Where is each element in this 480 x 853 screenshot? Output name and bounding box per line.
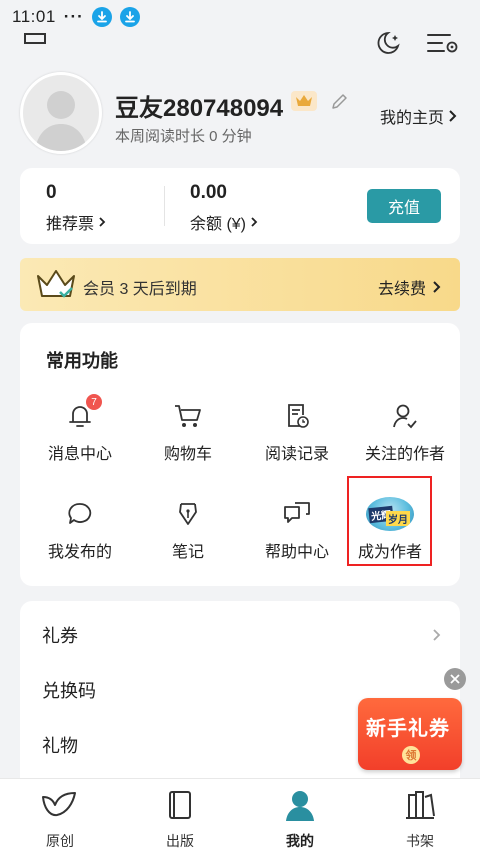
tickets-value: 0 — [46, 182, 57, 203]
comment-icon — [64, 498, 96, 530]
list-item-coupons[interactable]: 礼券 — [20, 607, 460, 662]
feature-become-author[interactable]: 光辉 岁月 成为作者 — [335, 497, 445, 568]
recharge-button[interactable]: 充值 — [367, 189, 441, 223]
edit-icon[interactable] — [329, 92, 349, 117]
feature-label: 阅读记录 — [264, 446, 329, 463]
feature-message-center[interactable]: 7 消息中心 — [25, 394, 135, 470]
section-title: 常用功能 — [46, 351, 118, 371]
feature-notes[interactable]: 笔记 — [133, 498, 243, 568]
wallet-card: 0 推荐票 0.00 余额 (¥) 充值 — [20, 168, 460, 244]
my-homepage-label: 我的主页 — [379, 110, 444, 127]
download-icon — [91, 7, 112, 27]
tab-publish[interactable]: 出版 — [120, 787, 240, 851]
history-icon — [281, 400, 313, 432]
tab-original[interactable]: 原创 — [0, 787, 120, 851]
feature-cart[interactable]: 购物车 — [133, 400, 243, 470]
tab-mine[interactable]: 我的 — [240, 787, 360, 851]
feature-label: 我发布的 — [47, 544, 112, 561]
download-icon — [119, 7, 140, 27]
scan-icon[interactable] — [22, 30, 48, 53]
bookshelf-icon — [404, 787, 436, 823]
user-icon — [283, 787, 317, 823]
feature-label: 购物车 — [163, 446, 212, 463]
newbie-coupon-promo[interactable]: 新手礼券 领 — [352, 668, 468, 774]
renew-link[interactable]: 去续费 — [378, 275, 442, 299]
promo-text: 新手礼券 — [366, 718, 450, 740]
followed-author-icon — [389, 400, 421, 432]
vip-expiry-banner[interactable]: 会员 3 天后到期 去续费 — [20, 258, 460, 311]
recommend-tickets-link[interactable]: 推荐票 — [46, 210, 106, 234]
status-more-icon: ··· — [63, 7, 84, 26]
crown-icon — [34, 266, 78, 307]
tickets-label: 推荐票 — [46, 216, 95, 233]
chevron-right-icon — [251, 217, 258, 227]
promo-card[interactable]: 新手礼券 领 — [358, 698, 462, 770]
feature-label: 关注的作者 — [364, 446, 445, 463]
bottom-tab-bar: 原创 出版 我的 书架 — [0, 778, 480, 853]
feature-label: 帮助中心 — [264, 544, 329, 561]
tab-label: 原创 — [46, 833, 74, 849]
become-author-image-text: 岁月 — [386, 511, 410, 526]
status-bar: 11:01 ··· — [0, 0, 480, 34]
my-homepage-link[interactable]: 我的主页 — [380, 104, 458, 128]
feature-label: 成为作者 — [357, 544, 422, 561]
chevron-right-icon — [449, 110, 457, 122]
bird-icon — [40, 787, 80, 823]
tab-label: 我的 — [286, 833, 314, 849]
avatar[interactable] — [20, 72, 102, 154]
status-time: 11:01 — [12, 7, 56, 26]
unread-badge: 7 — [86, 394, 102, 410]
tab-label: 书架 — [406, 833, 434, 849]
promo-get-label: 领 — [402, 746, 420, 764]
profile-header: 豆友280748094 本周阅读时长 0 分钟 我的主页 — [20, 72, 460, 156]
list-item-label: 礼物 — [42, 735, 78, 756]
balance-label: 余额 (¥) — [190, 216, 247, 233]
feature-followed-authors[interactable]: 关注的作者 — [350, 400, 460, 470]
weekly-read-time: 本周阅读时长 0 分钟 — [115, 128, 252, 145]
book-icon — [166, 787, 194, 823]
tab-bookshelf[interactable]: 书架 — [360, 787, 480, 851]
feature-my-posts[interactable]: 我发布的 — [25, 498, 135, 568]
renew-label: 去续费 — [377, 281, 426, 298]
help-icon — [281, 498, 313, 530]
cart-icon — [172, 400, 204, 432]
username: 豆友280748094 — [115, 95, 284, 122]
settings-icon[interactable] — [425, 30, 461, 61]
pen-nib-icon — [172, 498, 204, 530]
bell-icon: 7 — [64, 394, 102, 432]
chevron-right-icon — [433, 281, 441, 293]
feature-reading-history[interactable]: 阅读记录 — [242, 400, 352, 470]
night-mode-icon[interactable] — [374, 30, 402, 61]
feature-label: 笔记 — [171, 544, 204, 561]
balance-value: 0.00 — [190, 182, 227, 203]
balance-link[interactable]: 余额 (¥) — [190, 210, 258, 234]
common-features-card: 常用功能 7 消息中心 购物车 阅读记录 关注的作者 我发布的 笔记 帮助中心 … — [20, 323, 460, 586]
chevron-right-icon — [433, 628, 441, 641]
vip-crown-icon — [291, 91, 317, 111]
tab-label: 出版 — [166, 833, 194, 849]
top-bar — [0, 30, 480, 58]
become-author-image: 光辉 岁月 — [366, 497, 414, 531]
divider — [164, 186, 165, 226]
list-item-label: 礼券 — [42, 625, 78, 646]
vip-expiry-text: 会员 3 天后到期 — [83, 281, 197, 298]
close-icon[interactable] — [444, 668, 466, 690]
chevron-right-icon — [99, 217, 106, 227]
list-item-label: 兑换码 — [42, 680, 96, 701]
feature-label: 消息中心 — [47, 446, 112, 463]
